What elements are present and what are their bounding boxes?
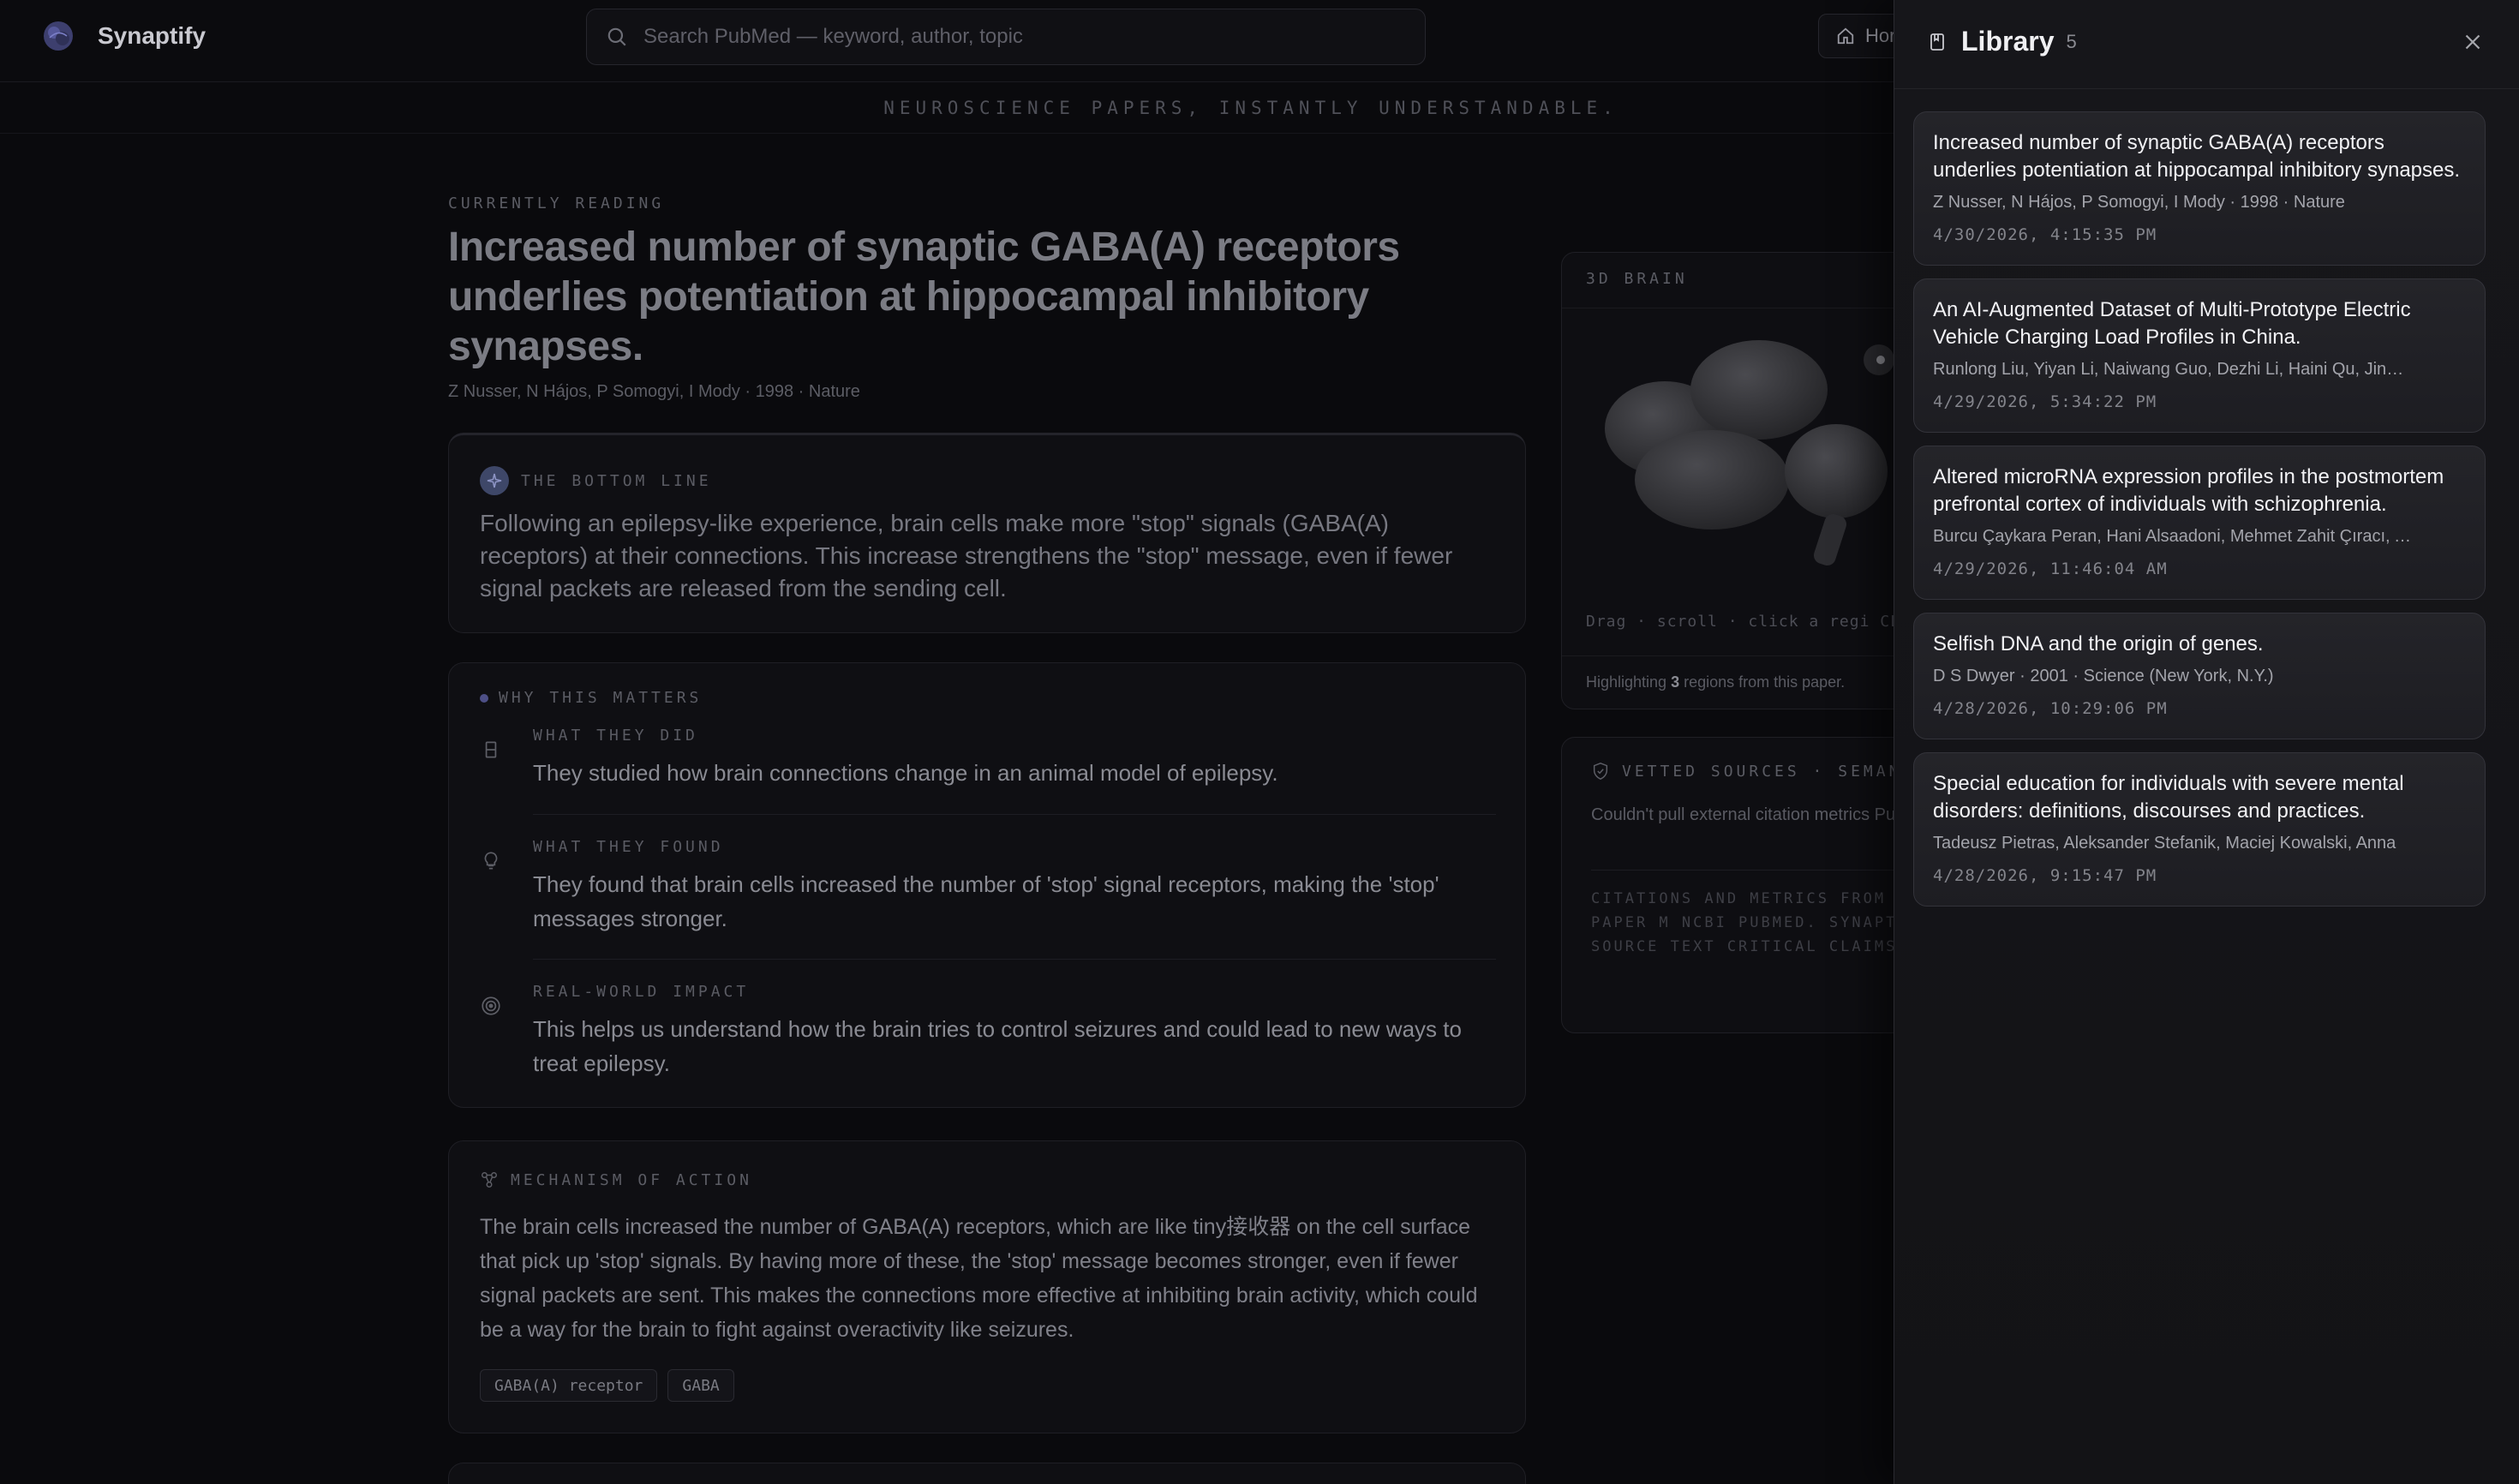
- brain-model-icon: [1605, 340, 1894, 565]
- brain-3d-label: 3D BRAIN: [1586, 270, 1688, 288]
- highlight-suffix: regions from this paper.: [1679, 673, 1846, 691]
- sparkle-icon: [480, 466, 509, 495]
- search-icon: [607, 27, 626, 46]
- divider: [533, 814, 1496, 815]
- library-item-authors: Z Nusser, N Hájos, P Somogyi, I Mody · 1…: [1933, 193, 2345, 212]
- sources-fineprint: CITATIONS AND METRICS FROM SEM SCHOLAR'S…: [1591, 890, 1920, 955]
- bottom-line-card: THE BOTTOM LINE Following an epilepsy-li…: [448, 433, 1526, 633]
- highlight-prefix: Highlighting: [1586, 673, 1672, 691]
- molecule-icon: [482, 1172, 497, 1188]
- highlight-count: 3: [1671, 673, 1680, 691]
- lightbulb-icon: [484, 852, 498, 870]
- why-label: WHY THIS MATTERS: [499, 689, 703, 707]
- library-drawer: Library 5 Increased number of synaptic G…: [1894, 0, 2519, 1484]
- brain-hint: Drag · scroll · click a regi CLI: [1586, 613, 1911, 631]
- library-item-time: 4/30/2026, 4:15:35 PM: [1933, 225, 2157, 244]
- paper-meta: Z Nusser, N Hájos, P Somogyi, I Mody · 1…: [448, 382, 860, 401]
- library-item-title: Altered microRNA expression profiles in …: [1933, 465, 2444, 516]
- library-item-title: Special education for individuals with s…: [1933, 772, 2404, 823]
- brain-hint-text: Drag · scroll · click a regi: [1586, 613, 1870, 631]
- library-item-authors: Burcu Çaykara Peran, Hani Alsaadoni, Meh…: [1933, 527, 2413, 546]
- bookmark-book-icon: [1930, 33, 1944, 51]
- library-header: Library 5: [1894, 0, 2519, 89]
- search-bar[interactable]: [586, 9, 1426, 65]
- tag-chip[interactable]: GABA: [667, 1369, 734, 1402]
- mechanism-header: MECHANISM OF ACTION: [480, 1170, 752, 1189]
- library-item-title: Selfish DNA and the origin of genes.: [1933, 632, 2264, 655]
- sources-text: Couldn't pull external citation metrics …: [1591, 805, 1920, 824]
- shield-check-icon: [1593, 763, 1608, 780]
- vetted-sources-card: VETTED SOURCES · SEMANT Couldn't pull ex…: [1561, 737, 1921, 1033]
- sources-label: VETTED SOURCES · SEMANT: [1622, 762, 1915, 781]
- flask-icon: [485, 741, 497, 758]
- library-item-time: 4/28/2026, 10:29:06 PM: [1933, 699, 2168, 718]
- mechanism-label: MECHANISM OF ACTION: [511, 1170, 752, 1189]
- why-item-label: WHAT THEY DID: [533, 727, 698, 745]
- why-this-matters-card: WHY THIS MATTERS WHAT THEY DID They stud…: [448, 662, 1526, 1108]
- mechanism-text: The brain cells increased the number of …: [480, 1215, 1478, 1342]
- library-count: 5: [2066, 30, 2077, 52]
- why-item-text: This helps us understand how the brain t…: [533, 1016, 1462, 1076]
- library-item[interactable]: Selfish DNA and the origin of genes. D S…: [1913, 613, 2486, 739]
- library-item-title: An AI-Augmented Dataset of Multi-Prototy…: [1933, 298, 2411, 349]
- brain-logo-icon: [44, 21, 73, 51]
- library-item[interactable]: An AI-Augmented Dataset of Multi-Prototy…: [1913, 278, 2486, 433]
- search-input[interactable]: [643, 25, 1380, 49]
- target-icon: [482, 996, 500, 1015]
- brain-3d-viewer[interactable]: [1562, 308, 1920, 642]
- library-item-authors: D S Dwyer · 2001 · Science (New York, N.…: [1933, 667, 2274, 685]
- why-item-label: WHAT THEY FOUND: [533, 838, 724, 856]
- tag-chip[interactable]: GABA(A) receptor: [480, 1369, 658, 1402]
- close-button[interactable]: [2460, 29, 2486, 55]
- brand-name: Synaptify: [98, 22, 206, 49]
- tag-list: GABA(A) receptor GABA: [480, 1369, 734, 1402]
- library-title-group: Library 5: [1927, 26, 2077, 57]
- brain-3d-card: 3D BRAIN Drag · scroll · click a regi CL…: [1561, 252, 1921, 709]
- library-item-title: Increased number of synaptic GABA(A) rec…: [1933, 131, 2461, 182]
- library-item-time: 4/29/2026, 5:34:22 PM: [1933, 392, 2157, 411]
- why-item-text: They found that brain cells increased th…: [533, 871, 1439, 931]
- bullet-dot-icon: [480, 693, 488, 703]
- brain-highlight-note: Highlighting 3 regions from this paper.: [1562, 655, 1920, 709]
- library-title: Library: [1961, 26, 2055, 57]
- mechanism-card: MECHANISM OF ACTION The brain cells incr…: [448, 1140, 1526, 1433]
- next-card: [448, 1463, 1526, 1484]
- bottom-line-label: THE BOTTOM LINE: [521, 471, 712, 490]
- why-item-label: REAL-WORLD IMPACT: [533, 983, 750, 1001]
- library-item-authors: Runlong Liu, Yiyan Li, Naiwang Guo, Dezh…: [1933, 360, 2413, 379]
- sources-header: VETTED SOURCES · SEMANT: [1591, 762, 1914, 781]
- library-item-time: 4/28/2026, 9:15:47 PM: [1933, 866, 2157, 885]
- brand[interactable]: Synaptify: [41, 19, 206, 53]
- why-header: WHY THIS MATTERS: [480, 689, 702, 707]
- close-icon: [2465, 34, 2480, 50]
- library-item[interactable]: Altered microRNA expression profiles in …: [1913, 446, 2486, 600]
- bottom-line-header: THE BOTTOM LINE: [480, 466, 712, 495]
- bottom-line-text: Following an epilepsy-like experience, b…: [480, 510, 1453, 601]
- divider: [1591, 870, 1920, 871]
- library-item[interactable]: Increased number of synaptic GABA(A) rec…: [1913, 111, 2486, 266]
- divider: [533, 959, 1496, 960]
- library-item[interactable]: Special education for individuals with s…: [1913, 752, 2486, 907]
- paper-title: Increased number of synaptic GABA(A) rec…: [448, 224, 1400, 369]
- library-item-time: 4/29/2026, 11:46:04 AM: [1933, 559, 2168, 578]
- why-item-text: They studied how brain connections chang…: [533, 760, 1278, 786]
- library-item-authors: Tadeusz Pietras, Aleksander Stefanik, Ma…: [1933, 834, 2396, 853]
- home-button-label: Hor: [1865, 25, 1896, 46]
- currently-reading-label: CURRENTLY READING: [448, 194, 665, 212]
- home-icon: [1837, 27, 1854, 45]
